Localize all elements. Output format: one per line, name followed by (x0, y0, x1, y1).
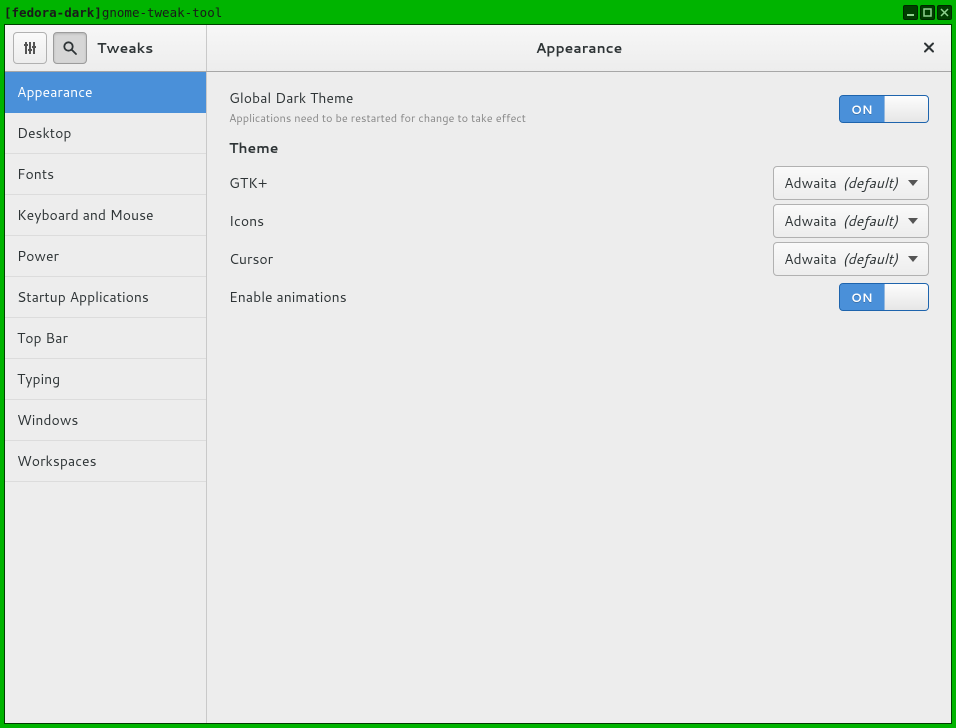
switch-on-label: ON (840, 284, 884, 310)
row-enable-animations: Enable animations ON (229, 278, 929, 316)
headerbar-right: Appearance (207, 25, 951, 71)
setting-label: Icons (229, 211, 773, 231)
setting-label: Global Dark Theme (229, 88, 839, 108)
app-window: Tweaks Appearance Appearance Desktop (4, 24, 952, 724)
sidebar-item-workspaces[interactable]: Workspaces (5, 441, 206, 482)
setting-label: Enable animations (229, 287, 839, 307)
close-icon (923, 42, 935, 54)
switch-handle (884, 96, 929, 122)
icons-theme-dropdown[interactable]: Adwaita (default) (773, 204, 929, 238)
cursor-theme-dropdown[interactable]: Adwaita (default) (773, 242, 929, 276)
sidebar-item-typing[interactable]: Typing (5, 359, 206, 400)
dropdown-value: Adwaita (784, 173, 837, 193)
row-gtk-theme: GTK+ Adwaita (default) (229, 164, 929, 202)
sidebar-item-label: Startup Applications (17, 287, 149, 307)
search-icon (62, 40, 78, 56)
sidebar-item-startup-apps[interactable]: Startup Applications (5, 277, 206, 318)
sidebar-item-label: Workspaces (17, 451, 97, 471)
chevron-down-icon (908, 218, 918, 224)
sidebar-item-windows[interactable]: Windows (5, 400, 206, 441)
chevron-down-icon (908, 180, 918, 186)
close-icon (940, 8, 949, 17)
dropdown-value: Adwaita (784, 249, 837, 269)
sidebar-item-label: Fonts (17, 164, 54, 184)
minimize-button[interactable] (903, 5, 918, 20)
app-menu-button[interactable] (13, 32, 47, 64)
gtk-theme-dropdown[interactable]: Adwaita (default) (773, 166, 929, 200)
dropdown-suffix: (default) (843, 173, 898, 193)
sidebar-item-label: Desktop (17, 123, 71, 143)
chevron-down-icon (908, 256, 918, 262)
global-dark-switch[interactable]: ON (839, 95, 929, 123)
app-title: Tweaks (97, 38, 153, 58)
wm-controls (903, 5, 952, 20)
sidebar-item-label: Top Bar (17, 328, 68, 348)
sliders-icon (22, 40, 38, 56)
dropdown-value: Adwaita (784, 211, 837, 231)
sidebar-item-label: Power (17, 246, 59, 266)
setting-label: GTK+ (229, 173, 773, 193)
close-button[interactable] (937, 5, 952, 20)
content-pane: Global Dark Theme Applications need to b… (207, 72, 951, 723)
row-cursor-theme: Cursor Adwaita (default) (229, 240, 929, 278)
maximize-button[interactable] (920, 5, 935, 20)
theme-heading: Theme (229, 138, 929, 158)
sidebar-item-label: Windows (17, 410, 78, 430)
headerbar-left: Tweaks (5, 25, 207, 71)
panel-close-button[interactable] (919, 34, 939, 63)
switch-handle (884, 284, 929, 310)
wm-title-scheme: [fedora-dark] (4, 5, 102, 20)
search-button[interactable] (53, 32, 87, 64)
sidebar-item-appearance[interactable]: Appearance (5, 72, 206, 113)
sidebar-item-power[interactable]: Power (5, 236, 206, 277)
row-icons-theme: Icons Adwaita (default) (229, 202, 929, 240)
setting-description: Applications need to be restarted for ch… (229, 110, 839, 126)
headerbar: Tweaks Appearance (5, 25, 951, 72)
wm-titlebar[interactable]: [fedora-dark] gnome-tweak-tool (0, 0, 956, 24)
panel-title: Appearance (536, 38, 623, 58)
row-global-dark-theme: Global Dark Theme Applications need to b… (229, 88, 929, 130)
sidebar-item-top-bar[interactable]: Top Bar (5, 318, 206, 359)
maximize-icon (923, 8, 932, 17)
wm-title-app: gnome-tweak-tool (102, 5, 222, 20)
dropdown-suffix: (default) (843, 249, 898, 269)
dropdown-suffix: (default) (843, 211, 898, 231)
sidebar-item-label: Keyboard and Mouse (17, 205, 154, 225)
setting-label: Cursor (229, 249, 773, 269)
sidebar-item-keyboard-mouse[interactable]: Keyboard and Mouse (5, 195, 206, 236)
minimize-icon (906, 8, 915, 17)
body: Appearance Desktop Fonts Keyboard and Mo… (5, 72, 951, 723)
sidebar: Appearance Desktop Fonts Keyboard and Mo… (5, 72, 207, 723)
sidebar-item-desktop[interactable]: Desktop (5, 113, 206, 154)
animations-switch[interactable]: ON (839, 283, 929, 311)
sidebar-item-fonts[interactable]: Fonts (5, 154, 206, 195)
switch-on-label: ON (840, 96, 884, 122)
window-frame: [fedora-dark] gnome-tweak-tool (0, 0, 956, 728)
sidebar-item-label: Typing (17, 369, 60, 389)
sidebar-item-label: Appearance (17, 82, 93, 102)
